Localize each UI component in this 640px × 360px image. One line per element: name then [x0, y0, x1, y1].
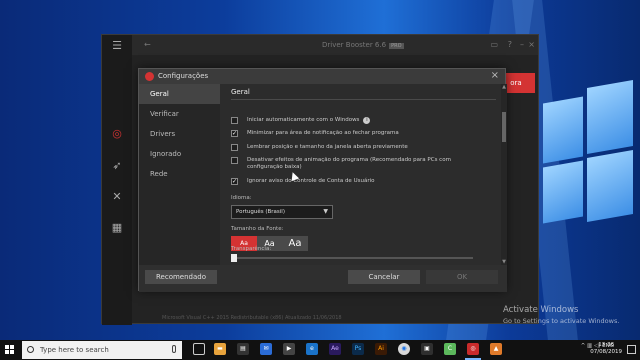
- dialog-title: Configurações: [158, 72, 209, 80]
- nav-item-rede[interactable]: Rede: [139, 164, 220, 184]
- background-app-titlebar: ← Driver Booster 6.6 PRO ▭ ? – ×: [132, 35, 538, 55]
- autostart-checkbox[interactable]: [231, 117, 238, 124]
- taskbar: Type here to search ▬ ▤ ✉ ▶ e Ae Ps Ai ◉…: [0, 340, 640, 360]
- minimize-tray-label: Minimizar para área de notificação ao fe…: [247, 130, 399, 136]
- help-icon[interactable]: ?: [508, 40, 512, 49]
- language-label: Idioma:: [231, 195, 252, 201]
- action-center-icon[interactable]: [627, 345, 636, 354]
- clock-date: 07/08/2019: [590, 349, 622, 355]
- search-placeholder: Type here to search: [40, 346, 109, 354]
- dialog-footer: Recomendado Cancelar OK: [139, 265, 507, 292]
- nav-item-verificar[interactable]: Verificar: [139, 104, 220, 124]
- chevron-down-icon: ▼: [323, 208, 328, 215]
- section-divider: [231, 99, 496, 100]
- font-size-large-button[interactable]: Aa: [282, 236, 308, 251]
- scrollbar-thumb[interactable]: [502, 112, 506, 142]
- taskbar-clock[interactable]: 13:36 07/08/2019: [590, 342, 622, 356]
- font-size-label: Tamanho da Fonte:: [231, 226, 284, 232]
- after-effects-icon[interactable]: Ae: [329, 343, 341, 355]
- scroll-up-icon[interactable]: ▲: [501, 84, 507, 90]
- taskbar-search-box[interactable]: Type here to search: [22, 341, 182, 359]
- dialog-close-icon[interactable]: ×: [491, 70, 499, 81]
- start-button[interactable]: [5, 345, 15, 355]
- minimize-icon[interactable]: –: [520, 40, 524, 49]
- nav-item-ignorado[interactable]: Ignorado: [139, 144, 220, 164]
- ignore-uac-checkbox[interactable]: ✓: [231, 178, 238, 185]
- settings-nav: Geral Verificar Drivers Ignorado Rede: [139, 84, 220, 265]
- illustrator-icon[interactable]: Ai: [375, 343, 387, 355]
- background-app-title: Driver Booster 6.6 PRO: [322, 41, 404, 49]
- tray-chevron-icon[interactable]: ^: [581, 343, 586, 349]
- section-title: Geral: [231, 88, 250, 96]
- menu-icon[interactable]: ☰: [110, 39, 124, 53]
- file-explorer-icon[interactable]: ▬: [214, 343, 226, 355]
- minimize-tray-checkbox[interactable]: ✓: [231, 130, 238, 137]
- background-list-row: Microsoft Visual C++ 2015 Redistributabl…: [162, 315, 342, 321]
- app-icon-orange[interactable]: ▲: [490, 343, 502, 355]
- chrome-icon[interactable]: ◉: [398, 343, 410, 355]
- language-value: Português (Brasil): [236, 209, 285, 215]
- transparency-slider-thumb[interactable]: [231, 254, 237, 262]
- recommended-button[interactable]: Recomendado: [145, 270, 217, 284]
- feedback-icon[interactable]: ▭: [490, 40, 498, 49]
- windows-logo-wallpaper: [543, 79, 633, 230]
- dialog-titlebar: Configurações ×: [139, 69, 505, 84]
- transparency-slider[interactable]: [231, 254, 473, 262]
- close-icon[interactable]: ×: [528, 40, 535, 49]
- activate-title: Activate Windows: [503, 305, 579, 315]
- disable-animations-label-line2: configuração baixa): [247, 164, 302, 170]
- microphone-icon[interactable]: [172, 345, 176, 353]
- scan-icon[interactable]: ◎: [110, 127, 124, 141]
- cancel-button[interactable]: Cancelar: [348, 270, 420, 284]
- ok-button[interactable]: OK: [426, 270, 498, 284]
- mail-icon[interactable]: ✉: [260, 343, 272, 355]
- store-icon[interactable]: ▤: [237, 343, 249, 355]
- remember-window-checkbox[interactable]: [231, 144, 238, 151]
- activate-subtitle: Go to Settings to activate Windows.: [503, 317, 620, 325]
- app-icon[interactable]: ▣: [421, 343, 433, 355]
- nav-item-drivers[interactable]: Drivers: [139, 124, 220, 144]
- camtasia-icon[interactable]: C: [444, 343, 456, 355]
- disable-animations-checkbox[interactable]: [231, 157, 238, 164]
- task-view-icon[interactable]: [193, 343, 205, 355]
- apps-grid-icon[interactable]: ▦: [110, 221, 124, 235]
- autostart-label: Iniciar automaticamente com o Windows: [247, 117, 360, 123]
- app-logo-icon: [145, 72, 154, 81]
- settings-dialog: Configurações × Geral Verificar Drivers …: [138, 68, 507, 292]
- nav-item-geral[interactable]: Geral: [139, 84, 220, 104]
- settings-scrollbar[interactable]: ▲ ▼: [501, 84, 507, 265]
- rocket-icon[interactable]: ➶: [110, 159, 124, 173]
- driver-booster-taskbar-icon[interactable]: ◎: [465, 343, 481, 360]
- pro-badge: PRO: [389, 43, 404, 49]
- search-icon: [27, 346, 34, 353]
- tools-icon[interactable]: ✕: [110, 190, 124, 204]
- language-select[interactable]: Português (Brasil) ▼: [231, 205, 333, 219]
- transparency-label: Transparência:: [231, 246, 272, 252]
- disable-animations-label: Desativar efeitos de animação do program…: [247, 157, 451, 163]
- info-icon[interactable]: i: [363, 117, 371, 124]
- media-icon[interactable]: ▶: [283, 343, 295, 355]
- photoshop-icon[interactable]: Ps: [352, 343, 364, 355]
- clock-time: 13:36: [598, 342, 615, 348]
- edge-icon[interactable]: e: [306, 343, 318, 355]
- back-arrow-icon[interactable]: ←: [144, 40, 151, 49]
- background-app-sidebar: ☰ ◎ ➶ ✕ ▦: [102, 35, 132, 325]
- settings-panel: Geral Iniciar automaticamente com o Wind…: [220, 84, 507, 265]
- remember-window-label: Lembrar posição e tamanho da janela aber…: [247, 144, 408, 150]
- activate-windows-watermark: Activate Windows Go to Settings to activ…: [503, 305, 619, 325]
- ignore-uac-label: Ignorar aviso do Controle de Conta de Us…: [247, 178, 375, 184]
